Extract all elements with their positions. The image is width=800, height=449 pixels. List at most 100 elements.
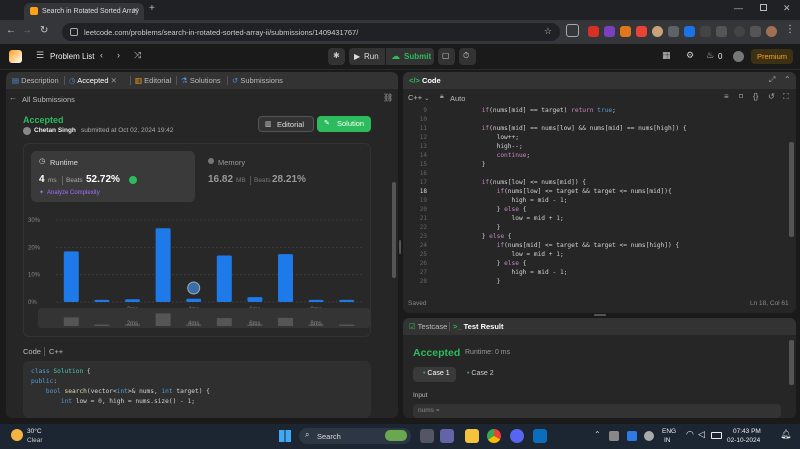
- forward-icon[interactable]: →: [22, 25, 32, 36]
- code-line[interactable]: if(nums[mid] <= target && target <= nums…: [437, 242, 680, 249]
- tray-app-icon[interactable]: [609, 431, 619, 441]
- extension-face-icon[interactable]: [668, 26, 679, 37]
- code-line[interactable]: if(nums[low] <= nums[mid]) {: [437, 179, 586, 186]
- test-scrollbar[interactable]: [789, 340, 794, 385]
- editor-lines[interactable]: 9 if(nums[mid] == target) return true; 10…: [403, 105, 783, 290]
- chrome-menu-icon[interactable]: ⋮: [785, 24, 795, 35]
- tray-cloud-icon[interactable]: [644, 431, 654, 441]
- file-explorer-icon[interactable]: [465, 429, 479, 443]
- code-line[interactable]: } else {: [437, 233, 512, 240]
- submit-button[interactable]: ☁ Submit: [386, 48, 434, 65]
- tab-description[interactable]: ▤ Description: [12, 76, 59, 85]
- tray-chevron-icon[interactable]: ⌃: [594, 430, 601, 439]
- address-bar[interactable]: leetcode.com/problems/search-in-rotated-…: [62, 23, 560, 41]
- taskbar-search[interactable]: ⌕ Search: [299, 428, 411, 444]
- code-line[interactable]: if(nums[mid] == nums[low] && nums[mid] =…: [437, 125, 687, 132]
- analyze-complexity-link[interactable]: Analyze Complexity: [47, 190, 100, 196]
- back-arrow-icon[interactable]: ←: [9, 93, 17, 102]
- back-icon[interactable]: ←: [6, 25, 16, 36]
- tab-submissions[interactable]: ↺ Submissions: [232, 76, 283, 85]
- notification-bell-icon[interactable]: 🔔︎: [780, 429, 791, 440]
- puzzle-icon[interactable]: [716, 26, 727, 37]
- code-line[interactable]: }: [437, 224, 501, 231]
- runtime-card[interactable]: ◷ Runtime 4 ms Beats 52.72% ✦ Analyze Co…: [31, 151, 195, 202]
- distribution-bar[interactable]: [216, 255, 232, 302]
- tab-editorial[interactable]: ▥ Editorial: [135, 76, 171, 85]
- code-line[interactable]: } else {: [437, 260, 527, 267]
- distribution-bar[interactable]: [278, 254, 293, 302]
- windows-start-icon[interactable]: [279, 430, 291, 442]
- memory-label[interactable]: Memory: [218, 158, 245, 167]
- teams-icon[interactable]: [440, 429, 454, 443]
- chrome-taskbar-icon[interactable]: [487, 429, 501, 443]
- close-window-icon[interactable]: ✕: [783, 3, 791, 14]
- new-tab-icon[interactable]: +: [149, 3, 155, 14]
- distribution-bar[interactable]: [339, 299, 355, 302]
- problem-list-link[interactable]: Problem List: [50, 52, 94, 61]
- run-button[interactable]: ▶ Run: [349, 48, 385, 65]
- distribution-bar[interactable]: [247, 297, 263, 302]
- code-line[interactable]: }: [437, 161, 486, 168]
- code-line[interactable]: continue;: [437, 152, 531, 159]
- fullscreen-icon[interactable]: ⛶: [783, 92, 789, 102]
- language-select[interactable]: C++ ⌄: [408, 93, 429, 102]
- submitter-name[interactable]: Chetan Singh: [34, 127, 76, 134]
- language-code[interactable]: ENG: [662, 428, 676, 435]
- maximize-icon[interactable]: ⤢: [769, 75, 775, 85]
- reload-icon[interactable]: ↻: [40, 25, 48, 36]
- distribution-bar[interactable]: [94, 299, 110, 302]
- code-line[interactable]: low = mid + 1;: [437, 251, 564, 258]
- site-info-icon[interactable]: [70, 28, 78, 36]
- accepted-tab-close-icon[interactable]: ✕: [111, 76, 117, 85]
- clock-time[interactable]: 07:43 PM: [733, 428, 761, 435]
- auto-mode[interactable]: Auto: [450, 94, 465, 103]
- store-icon[interactable]: [533, 429, 547, 443]
- extension-check-icon[interactable]: [700, 26, 711, 37]
- extension-fox-icon[interactable]: [620, 26, 631, 37]
- discord-icon[interactable]: [510, 429, 524, 443]
- input-value-box[interactable]: nums =: [413, 404, 781, 418]
- distribution-bar[interactable]: [308, 299, 324, 302]
- code-line[interactable]: high = mid - 1;: [437, 269, 568, 276]
- prev-problem-icon[interactable]: ‹: [100, 50, 103, 60]
- extension-purple-icon[interactable]: [604, 26, 615, 37]
- extension-icon[interactable]: [566, 24, 579, 37]
- code-line[interactable]: } else {: [437, 206, 527, 213]
- solution-button[interactable]: ✎ Solution: [317, 116, 371, 132]
- extension-red-icon[interactable]: [588, 26, 599, 37]
- browser-tab[interactable]: Search in Rotated Sorted Array ✕: [24, 3, 144, 20]
- weather-temp[interactable]: 30°C: [27, 428, 42, 435]
- restore-icon[interactable]: [760, 4, 767, 11]
- tab-accepted[interactable]: ◷ Accepted ✕: [69, 76, 117, 85]
- case-2-tab[interactable]: • Case 2: [463, 367, 506, 382]
- tab-testcase[interactable]: ☑ Testcase: [409, 322, 447, 331]
- next-problem-icon[interactable]: ›: [117, 50, 120, 60]
- task-view-icon[interactable]: [420, 429, 434, 443]
- tab-search-icon[interactable]: [750, 26, 761, 37]
- tab-close-icon[interactable]: ✕: [132, 6, 139, 15]
- tab-solutions[interactable]: ⚗ Solutions: [181, 76, 221, 85]
- download-icon[interactable]: [734, 26, 745, 37]
- code-line[interactable]: if(nums[low] <= target && target <= nums…: [437, 188, 672, 195]
- bookmark-icon[interactable]: ⌑: [739, 92, 743, 101]
- battery-icon[interactable]: [711, 432, 722, 439]
- distribution-bar[interactable]: [155, 228, 171, 302]
- weather-moon-icon[interactable]: [11, 429, 23, 441]
- notes-button[interactable]: ▢: [438, 48, 455, 65]
- editorial-button[interactable]: ▥ Editorial: [258, 116, 314, 132]
- layout-icon[interactable]: ▦: [662, 50, 671, 61]
- code-line[interactable]: high--;: [437, 143, 523, 150]
- editor-scrollbar[interactable]: [789, 142, 794, 237]
- extension-blue-icon[interactable]: [684, 26, 695, 37]
- extension-gmail-icon[interactable]: [636, 26, 647, 37]
- wifi-icon[interactable]: ◠: [686, 429, 694, 440]
- runtime-distribution-chart[interactable]: 30%20%10%0%2ms4ms6ms8ms2ms4ms6ms8ms: [24, 208, 372, 336]
- tab-test-result[interactable]: >_ Test Result: [453, 322, 504, 331]
- distribution-bar[interactable]: [186, 298, 202, 302]
- all-submissions-link[interactable]: All Submissions: [22, 95, 75, 104]
- profile-avatar-icon[interactable]: [766, 26, 777, 37]
- shuffle-icon[interactable]: ⤨: [134, 50, 141, 61]
- minimize-icon[interactable]: —: [734, 3, 743, 13]
- settings-gear-icon[interactable]: ⚙: [686, 50, 694, 61]
- user-avatar[interactable]: [733, 51, 744, 62]
